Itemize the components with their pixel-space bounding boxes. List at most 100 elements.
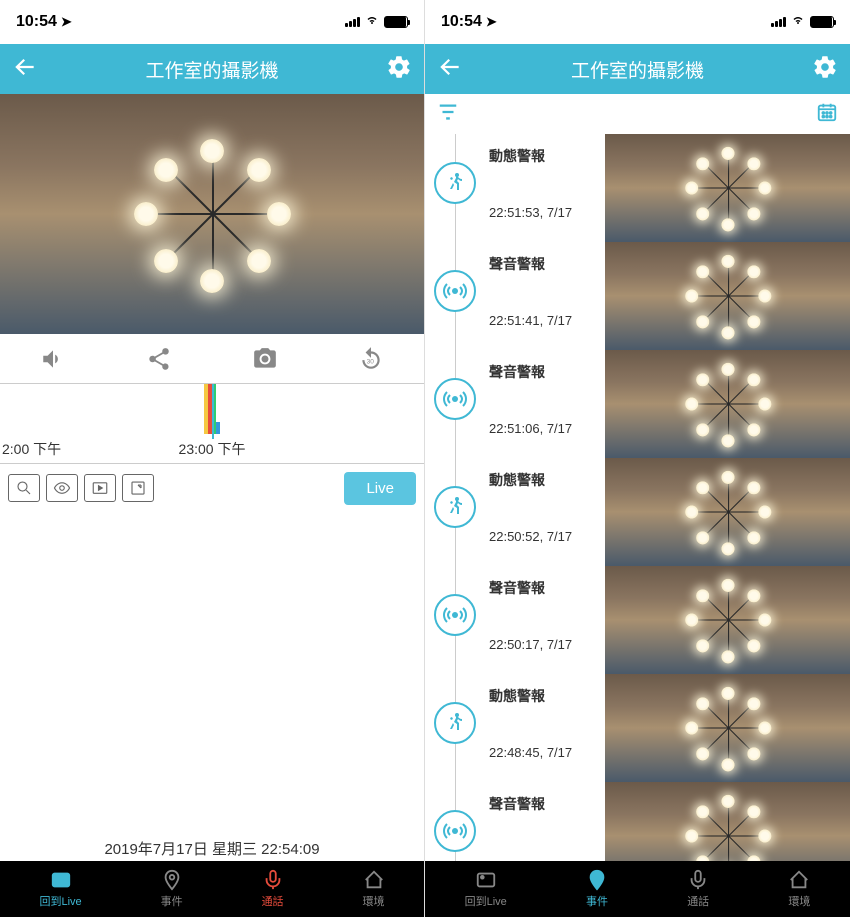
tab-env-label: 環境	[363, 893, 385, 909]
event-time-label: 22:48:45, 7/17	[489, 745, 601, 760]
tab-events-label: 事件	[161, 893, 183, 909]
back-button[interactable]	[12, 54, 38, 85]
tab-live[interactable]: 回到Live	[39, 869, 81, 909]
header: 工作室的攝影機	[425, 44, 850, 94]
tab-bar: 回到Live 事件 通話 環境	[0, 861, 424, 917]
signal-icon	[345, 17, 360, 27]
tab-talk[interactable]: 通話	[262, 869, 284, 909]
event-timeline-col	[425, 242, 485, 350]
event-timeline-col	[425, 134, 485, 242]
event-thumbnail[interactable]	[605, 242, 850, 350]
event-row[interactable]: 動態警報 22:51:53, 7/17	[425, 134, 850, 242]
status-bar: 10:54 ➤	[425, 0, 850, 44]
event-timeline-col	[425, 458, 485, 566]
event-type-label: 聲音警報	[489, 362, 601, 382]
settings-button[interactable]	[812, 54, 838, 85]
wifi-icon	[790, 13, 806, 31]
header-title: 工作室的攝影機	[38, 56, 386, 83]
header-title: 工作室的攝影機	[463, 56, 812, 83]
timeline-label-left: 2:00 下午	[2, 439, 61, 459]
filter-bar	[425, 94, 850, 134]
live-button[interactable]: Live	[344, 472, 416, 505]
tab-talk-label: 通話	[262, 893, 284, 909]
tab-live-label: 回到Live	[39, 893, 81, 909]
event-thumbnail[interactable]	[605, 350, 850, 458]
event-timeline-col	[425, 350, 485, 458]
timeline[interactable]: 2:00 下午 23:00 下午	[0, 384, 424, 464]
status-bar: 10:54 ➤	[0, 0, 424, 44]
calendar-button[interactable]	[816, 101, 838, 128]
svg-text:30: 30	[367, 358, 375, 365]
search-button[interactable]	[8, 474, 40, 502]
event-row[interactable]: 動態警報 22:48:45, 7/17	[425, 674, 850, 782]
export-button[interactable]	[122, 474, 154, 502]
location-icon: ➤	[61, 14, 72, 30]
event-type-label: 動態警報	[489, 686, 601, 706]
tab-talk[interactable]: 通話	[687, 869, 709, 909]
event-type-label: 聲音警報	[489, 578, 601, 598]
event-row[interactable]: 聲音警報 22:51:06, 7/17	[425, 350, 850, 458]
motion-icon	[434, 162, 476, 204]
tab-live-label: 回到Live	[465, 893, 507, 909]
event-thumbnail[interactable]	[605, 458, 850, 566]
signal-icon	[771, 17, 786, 27]
event-type-label: 動態警報	[489, 146, 601, 166]
sound-icon	[434, 594, 476, 636]
events-screen: 10:54 ➤ 工作室的攝影機 動態警報 22:51:53, 7/17 聲音警報 22…	[425, 0, 850, 917]
event-timeline-col	[425, 566, 485, 674]
event-info: 動態警報 22:51:53, 7/17	[485, 134, 605, 242]
event-thumbnail[interactable]	[605, 134, 850, 242]
sound-icon	[434, 810, 476, 852]
event-time-label: 22:51:06, 7/17	[489, 421, 601, 436]
event-info: 聲音警報 22:51:41, 7/17	[485, 242, 605, 350]
status-time: 10:54	[16, 13, 57, 31]
event-time-label: 22:51:41, 7/17	[489, 313, 601, 328]
tab-talk-label: 通話	[687, 893, 709, 909]
video-feed[interactable]	[0, 94, 424, 334]
event-time-label: 22:50:17, 7/17	[489, 637, 601, 652]
share-button[interactable]	[143, 343, 175, 375]
event-type-label: 動態警報	[489, 470, 601, 490]
event-row[interactable]: 聲音警報 22:50:17, 7/17	[425, 566, 850, 674]
event-info: 動態警報 22:50:52, 7/17	[485, 458, 605, 566]
timeline-label-center: 23:00 下午	[179, 439, 246, 459]
tab-events-label: 事件	[586, 893, 608, 909]
event-timeline-col	[425, 674, 485, 782]
motion-icon	[434, 486, 476, 528]
event-time-label: 22:51:53, 7/17	[489, 205, 601, 220]
back-button[interactable]	[437, 54, 463, 85]
battery-icon	[384, 16, 408, 28]
event-type-label: 聲音警報	[489, 794, 601, 814]
event-info: 聲音警報 22:51:06, 7/17	[485, 350, 605, 458]
playlist-button[interactable]	[84, 474, 116, 502]
event-row[interactable]: 動態警報 22:50:52, 7/17	[425, 458, 850, 566]
status-time: 10:54	[441, 13, 482, 31]
tool-row: Live	[0, 464, 424, 512]
event-row[interactable]: 聲音警報 22:51:41, 7/17	[425, 242, 850, 350]
sound-icon	[434, 378, 476, 420]
video-controls: 30	[0, 334, 424, 384]
tab-events[interactable]: 事件	[161, 869, 183, 909]
rewind-30-button[interactable]: 30	[355, 343, 387, 375]
event-info: 動態警報 22:48:45, 7/17	[485, 674, 605, 782]
filter-button[interactable]	[437, 101, 459, 128]
tab-env[interactable]: 環境	[363, 869, 385, 909]
event-time-label: 22:50:52, 7/17	[489, 529, 601, 544]
event-thumbnail[interactable]	[605, 566, 850, 674]
event-type-label: 聲音警報	[489, 254, 601, 274]
event-thumbnail[interactable]	[605, 674, 850, 782]
tab-env[interactable]: 環境	[788, 869, 810, 909]
header: 工作室的攝影機	[0, 44, 424, 94]
tab-events[interactable]: 事件	[586, 869, 608, 909]
battery-icon	[810, 16, 834, 28]
timeline-playhead[interactable]	[212, 384, 214, 439]
settings-button[interactable]	[386, 54, 412, 85]
eye-button[interactable]	[46, 474, 78, 502]
camera-button[interactable]	[249, 343, 281, 375]
tab-env-label: 環境	[788, 893, 810, 909]
speaker-button[interactable]	[37, 343, 69, 375]
footer-timestamp: 2019年7月17日 星期三 22:54:09	[0, 838, 424, 859]
tab-live[interactable]: 回到Live	[465, 869, 507, 909]
event-list[interactable]: 動態警報22:51:53, 7/17聲音警報22:51:41, 7/17聲音警報…	[425, 134, 850, 917]
live-view-screen: 10:54 ➤ 工作室的攝影機 30	[0, 0, 425, 917]
